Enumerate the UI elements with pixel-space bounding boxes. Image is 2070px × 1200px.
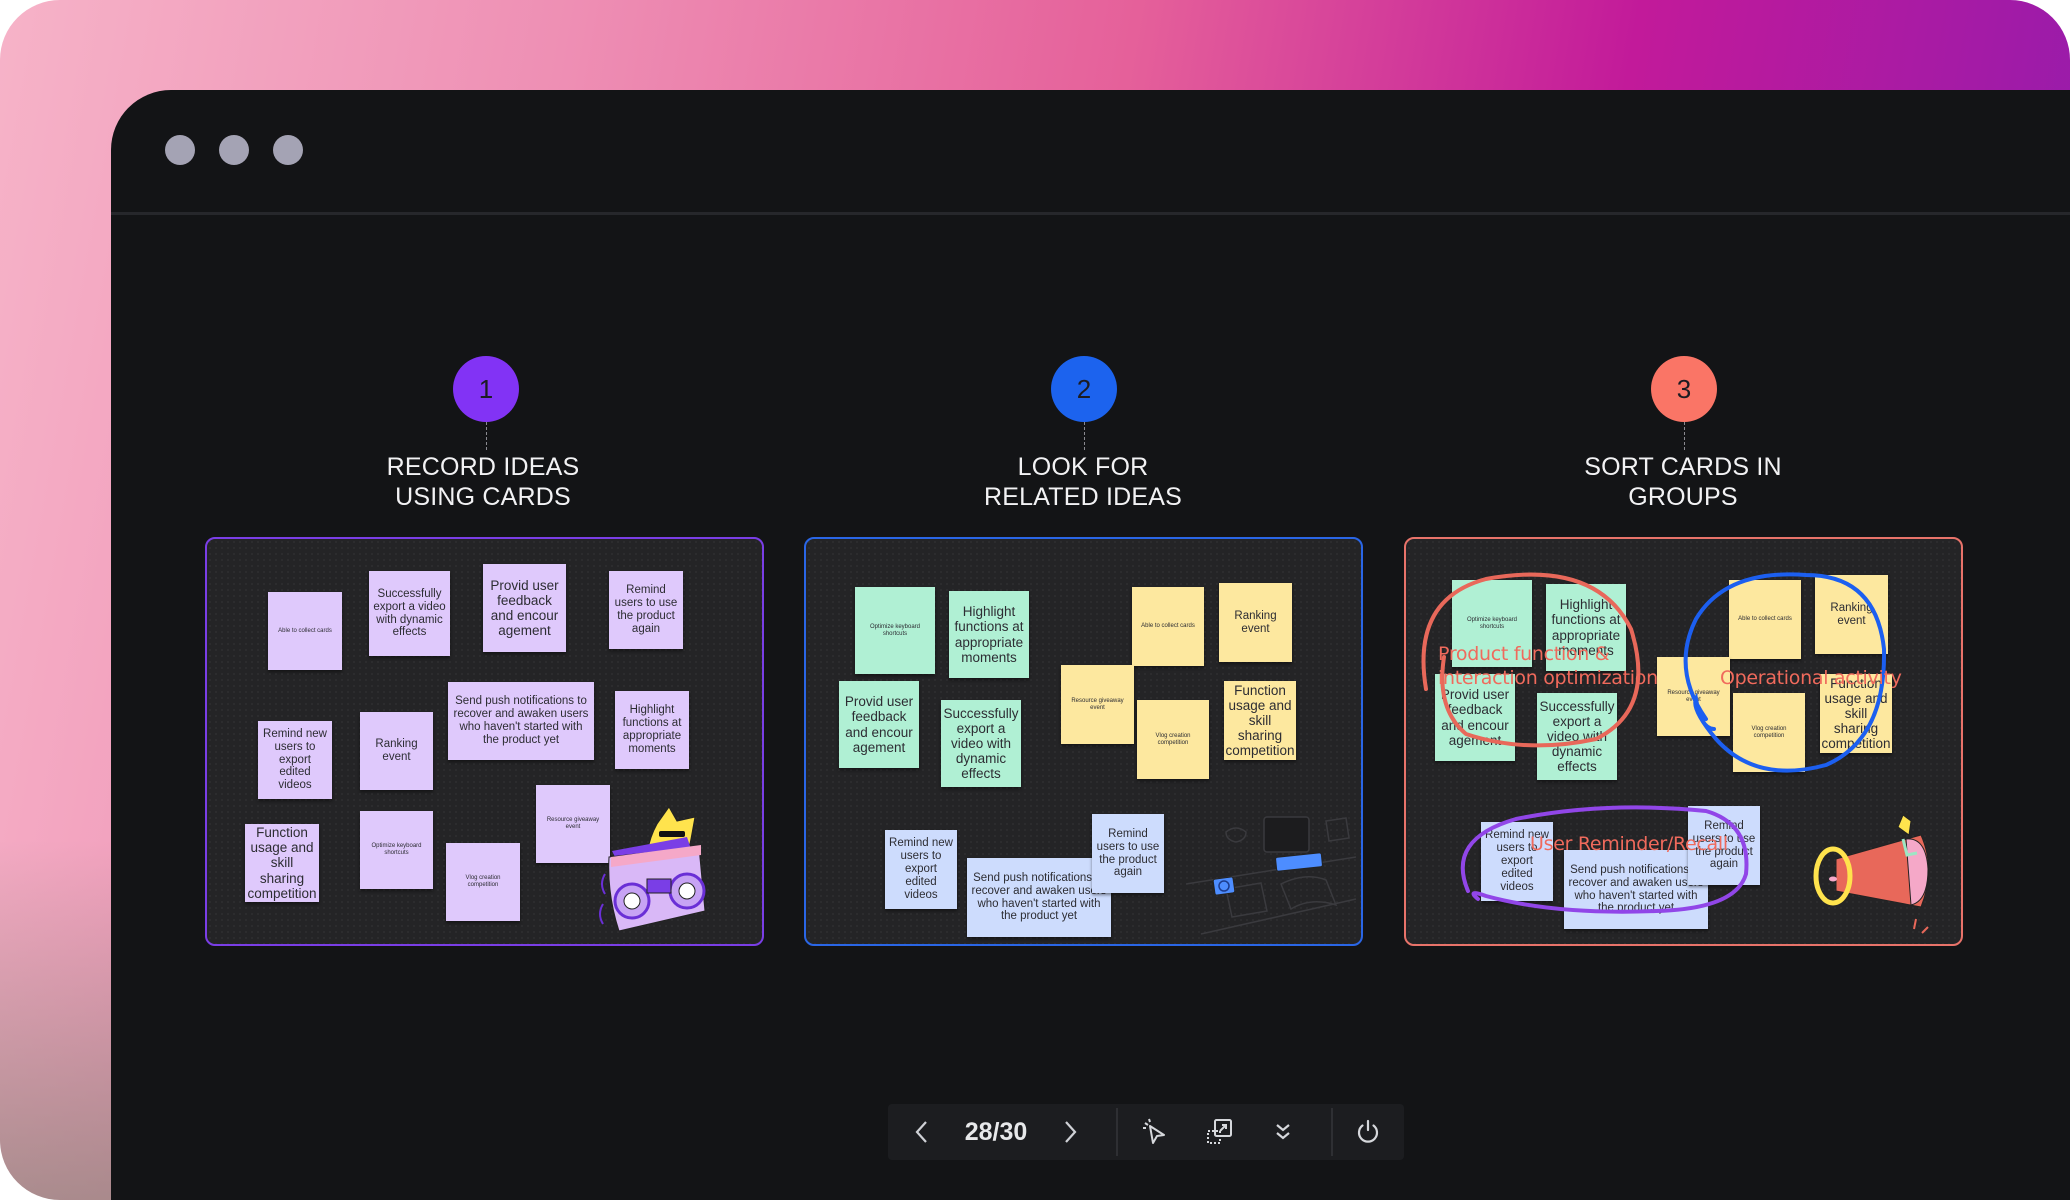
sticky-note[interactable]: Optimize keyboard shortcuts [360, 811, 433, 889]
step-1-badge: 1 [453, 356, 519, 422]
group-label-operational: Operational activity [1720, 667, 1902, 689]
sticky-note[interactable]: Remind new users to export edited videos [885, 830, 957, 909]
sticky-note[interactable]: Vlog creation competition [1137, 700, 1209, 779]
exit-presentation-button[interactable] [1333, 1104, 1404, 1160]
sticky-note[interactable]: Provid user feedback and encour agement [483, 564, 566, 652]
step-1-title: RECORD IDEAS USING CARDS [386, 453, 580, 511]
sticky-note[interactable]: Successfully export a video with dynamic… [1537, 693, 1617, 780]
title-bar-divider [111, 212, 2070, 215]
step-2-connector [1084, 422, 1085, 450]
window-control-dot[interactable] [165, 135, 195, 165]
group-label-product: Product function & interaction optimizat… [1438, 643, 1658, 689]
sticky-note[interactable]: Able to collect cards [268, 592, 342, 670]
step-3-badge: 3 [1651, 356, 1717, 422]
sticky-note[interactable]: Ranking event [360, 712, 433, 790]
chevron-right-icon [1064, 1121, 1077, 1143]
sticky-note[interactable]: Send push notifications to recover and a… [448, 682, 594, 760]
window-control-dot[interactable] [273, 135, 303, 165]
sticky-note[interactable]: Vlog creation competition [1733, 693, 1805, 772]
sticky-note[interactable]: Function usage and skill sharing competi… [1224, 681, 1296, 760]
sticky-note[interactable]: Vlog creation competition [446, 843, 520, 921]
sticky-note[interactable]: Remind users to use the product again [1092, 814, 1164, 893]
sticky-note[interactable]: Able to collect cards [1132, 587, 1204, 666]
laser-pointer-button[interactable] [1118, 1104, 1191, 1160]
sticky-note: Resource giveaway event [536, 785, 610, 863]
sticky-note[interactable]: Provid user feedback and encour agement [839, 681, 919, 768]
sticky-note[interactable]: Send push notifications to recover and a… [1564, 850, 1708, 929]
page-indicator: 28/30 [964, 1117, 1028, 1146]
sticky-note[interactable]: Send push notifications to recover and a… [967, 858, 1111, 937]
resize-screen-icon [1207, 1119, 1233, 1144]
chevron-left-icon [915, 1121, 928, 1143]
presentation-toolbar: 28/30 [888, 1104, 1404, 1160]
sticky-note[interactable]: Ranking event [1815, 575, 1888, 654]
sticky-note[interactable]: Ranking event [1219, 583, 1292, 662]
window-control-dot[interactable] [219, 135, 249, 165]
sticky-note[interactable]: Successfully export a video with dynamic… [941, 700, 1021, 787]
next-page-button[interactable] [1047, 1104, 1094, 1160]
sticky-note[interactable]: Function usage and skill sharing competi… [245, 824, 319, 902]
sticky-note[interactable]: Resource giveaway event [1061, 665, 1134, 744]
double-chevron-down-icon [1275, 1124, 1290, 1140]
step-1-connector [486, 422, 487, 450]
sticky-note[interactable]: Highlight functions at appropriate momen… [615, 691, 689, 769]
step-3-title: SORT CARDS IN GROUPS [1584, 453, 1782, 511]
board-related-ideas[interactable]: Optimize keyboard shortcuts Highlight fu… [804, 537, 1363, 946]
collapse-toolbar-button[interactable] [1249, 1104, 1316, 1160]
board-sort-groups[interactable]: Optimize keyboard shortcuts Highlight fu… [1404, 537, 1963, 946]
sticky-note[interactable]: Optimize keyboard shortcuts [855, 587, 935, 674]
prev-page-button[interactable] [898, 1104, 945, 1160]
laser-pointer-icon [1142, 1118, 1165, 1144]
board-record-ideas[interactable]: Able to collect cards Successfully expor… [205, 537, 764, 946]
power-icon [1358, 1119, 1379, 1143]
step-2-title: LOOK FOR RELATED IDEAS [983, 453, 1183, 511]
sticky-note[interactable]: Highlight functions at appropriate momen… [949, 591, 1029, 678]
sticky-note[interactable]: Successfully export a video with dynamic… [369, 571, 450, 656]
sticky-note[interactable]: Remind users to use the product again [609, 571, 683, 649]
step-3-connector [1684, 422, 1685, 450]
group-label-reminder: User Reminder/Recall [1530, 833, 1728, 855]
sticky-note[interactable]: Able to collect cards [1729, 580, 1801, 659]
sticky-note[interactable]: Remind new users to export edited videos [258, 721, 332, 799]
fit-screen-button[interactable] [1191, 1104, 1249, 1160]
step-2-badge: 2 [1051, 356, 1117, 422]
